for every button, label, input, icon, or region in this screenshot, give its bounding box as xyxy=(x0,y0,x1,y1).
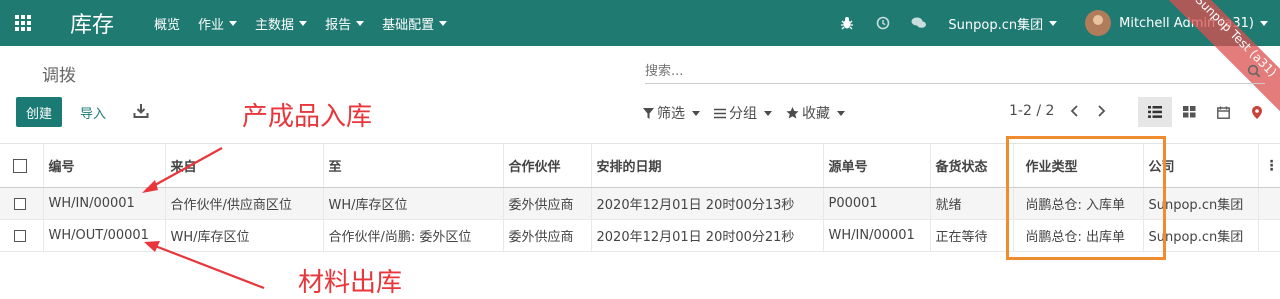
company-switcher[interactable]: Sunpop.cn集团 xyxy=(948,14,1058,33)
menu-item-reporting[interactable]: 报告 xyxy=(325,14,365,33)
annotation-material-issue: 材料出库 xyxy=(298,268,403,298)
caret-down-icon xyxy=(356,20,365,26)
search-icon[interactable] xyxy=(1247,64,1261,78)
select-all-cell xyxy=(0,143,43,188)
cell-source-document: WH/IN/00001 xyxy=(822,219,930,252)
row-checkbox[interactable] xyxy=(14,229,26,242)
group-icon xyxy=(714,108,726,118)
column-header-reference[interactable]: 编号 xyxy=(42,143,165,188)
cell-status: 就绪 xyxy=(929,187,1013,220)
cell-empty xyxy=(1257,187,1280,220)
column-header-status[interactable]: 备货状态 xyxy=(929,143,1013,188)
menu-item-overview[interactable]: 概览 xyxy=(154,14,180,33)
caret-down-icon xyxy=(299,20,308,26)
cell-scheduled-date: 2020年12月01日 20时00分21秒 xyxy=(590,219,823,252)
annotation-finished-goods-receipt: 产成品入库 xyxy=(242,102,373,132)
column-header-scheduled-date[interactable]: 安排的日期 xyxy=(590,143,823,188)
download-icon[interactable] xyxy=(133,103,149,119)
pager: 1-2 / 2 xyxy=(1009,103,1106,119)
group-by-button[interactable]: 分组 xyxy=(714,103,772,123)
cell-source-document: P00001 xyxy=(822,187,930,220)
column-header-source-document[interactable]: 源单号 xyxy=(822,143,930,188)
caret-down-icon xyxy=(1049,20,1058,26)
clock-icon[interactable] xyxy=(874,14,892,32)
menu-item-master-data[interactable]: 主数据 xyxy=(255,14,308,33)
cell-scheduled-date: 2020年12月01日 20时00分13秒 xyxy=(590,187,823,220)
menu-item-configuration[interactable]: 基础配置 xyxy=(382,14,448,33)
row-checkbox[interactable] xyxy=(14,197,26,210)
kanban-icon xyxy=(1182,106,1195,118)
caret-down-icon xyxy=(439,20,448,26)
calendar-view-button[interactable] xyxy=(1206,97,1240,127)
view-switcher xyxy=(1138,97,1274,127)
select-all-checkbox[interactable] xyxy=(13,158,27,173)
cell-partner: 委外供应商 xyxy=(502,219,591,252)
search-input[interactable] xyxy=(645,60,1205,82)
calendar-icon xyxy=(1216,106,1230,119)
menu-item-operations[interactable]: 作业 xyxy=(198,14,238,33)
search-bar xyxy=(645,60,1265,84)
pager-value[interactable]: 1-2 / 2 xyxy=(1009,103,1054,119)
operation-type-highlight-box xyxy=(1006,136,1166,260)
caret-down-icon xyxy=(764,110,772,116)
cell-from: 合作伙伴/供应商区位 xyxy=(164,187,323,220)
apps-menu-icon[interactable] xyxy=(0,0,46,46)
cell-reference: WH/IN/00001 xyxy=(42,187,165,220)
caret-down-icon xyxy=(837,110,845,116)
row-select-cell xyxy=(0,187,43,220)
app-title: 库存 xyxy=(70,13,115,38)
caret-down-icon xyxy=(692,110,700,116)
star-icon xyxy=(786,107,799,119)
filter-icon xyxy=(643,107,654,119)
map-pin-icon xyxy=(1252,105,1262,119)
kanban-view-button[interactable] xyxy=(1172,97,1206,127)
breadcrumb: 调拨 xyxy=(42,66,76,86)
column-header-to[interactable]: 至 xyxy=(322,143,503,188)
search-options: 筛选 分组 收藏 xyxy=(643,103,845,123)
chevron-right-icon[interactable] xyxy=(1096,105,1106,117)
import-button[interactable]: 导入 xyxy=(80,103,106,122)
list-icon xyxy=(1148,106,1162,118)
cell-status: 正在等待 xyxy=(929,219,1013,252)
cell-to: WH/库存区位 xyxy=(322,187,503,220)
top-navbar: 库存 概览 作业 主数据 报告 基础配置 Sunpop.cn集团 Mitchel… xyxy=(0,0,1280,46)
create-button[interactable]: 创建 xyxy=(16,97,62,127)
cell-to: 合作伙伴/尚鹏: 委外区位 xyxy=(322,219,503,252)
list-view-button[interactable] xyxy=(1138,97,1172,127)
column-header-partner[interactable]: 合作伙伴 xyxy=(502,143,591,188)
cell-from: WH/库存区位 xyxy=(164,219,323,252)
row-select-cell xyxy=(0,219,43,252)
map-view-button[interactable] xyxy=(1240,97,1274,127)
cell-partner: 委外供应商 xyxy=(502,187,591,220)
column-options-icon[interactable]: ⋮ xyxy=(1257,143,1280,188)
cell-empty xyxy=(1257,219,1280,252)
bug-icon[interactable] xyxy=(838,14,856,32)
caret-down-icon xyxy=(1260,20,1268,26)
user-avatar[interactable] xyxy=(1085,10,1112,36)
caret-down-icon xyxy=(229,20,238,26)
favorites-button[interactable]: 收藏 xyxy=(786,103,845,123)
cell-reference: WH/OUT/00001 xyxy=(42,219,165,252)
filter-button[interactable]: 筛选 xyxy=(643,103,700,123)
column-header-from[interactable]: 来自 xyxy=(164,143,323,188)
chat-icon[interactable] xyxy=(910,14,928,32)
chevron-left-icon[interactable] xyxy=(1070,105,1080,117)
